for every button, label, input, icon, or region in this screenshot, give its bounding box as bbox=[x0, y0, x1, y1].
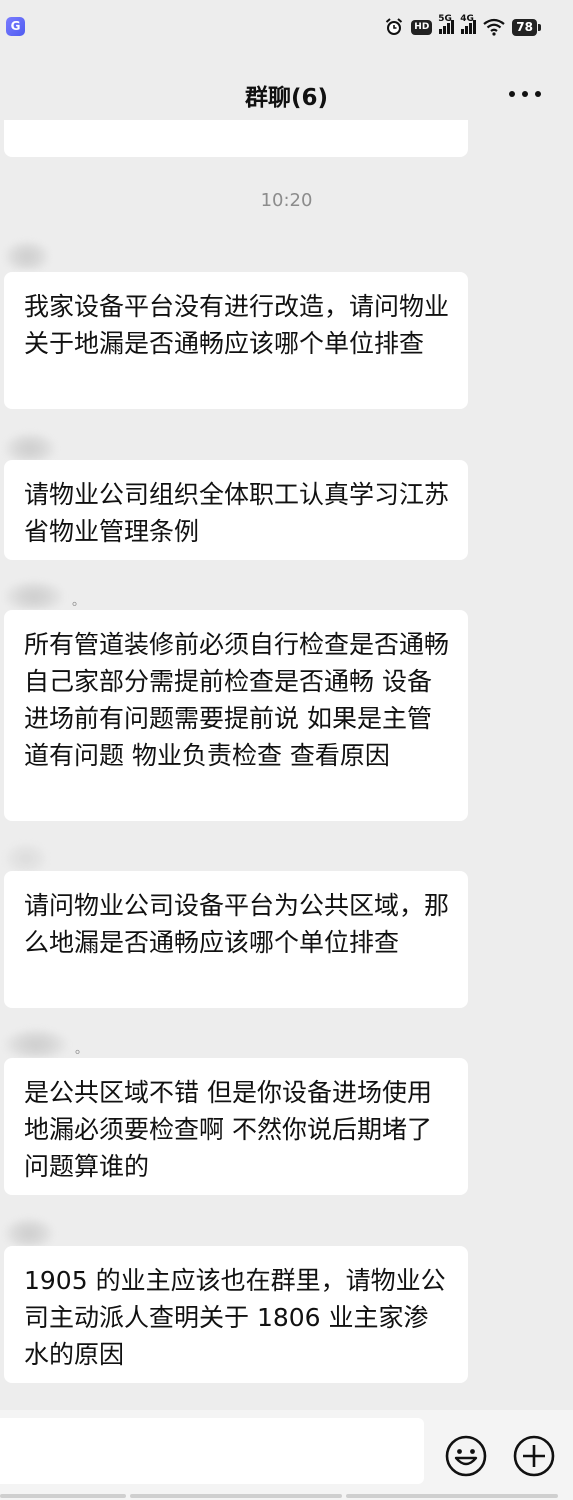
ellipsis-icon bbox=[509, 91, 541, 97]
chat-message-list[interactable]: 10:20 我家设备平台没有进行改造，请问物业关于地漏是否通畅应该哪个单位排查 … bbox=[0, 120, 573, 1410]
sender-name-suffix: 。 bbox=[72, 594, 86, 609]
message-bubble[interactable]: 我家设备平台没有进行改造，请问物业关于地漏是否通畅应该哪个单位排查 bbox=[4, 272, 468, 409]
gesture-bar-segment bbox=[0, 1494, 126, 1498]
more-options-button[interactable] bbox=[505, 80, 545, 108]
sim2-network-label: 4G bbox=[460, 14, 474, 24]
plus-icon[interactable] bbox=[510, 1432, 558, 1480]
message-input[interactable] bbox=[0, 1418, 424, 1484]
gesture-bar-segment bbox=[346, 1494, 558, 1498]
sender-name-suffix: 。 bbox=[75, 1042, 89, 1057]
emoji-icon[interactable] bbox=[442, 1432, 490, 1480]
wifi-icon bbox=[483, 18, 505, 36]
chat-input-bar bbox=[0, 1410, 573, 1500]
sender-name-blurred bbox=[4, 1028, 68, 1058]
chat-screen: G HD 5G 4G 78 群聊(6) 10:20 我家设备平台没有进行改造，请… bbox=[0, 0, 573, 1500]
message-bubble[interactable]: 请物业公司组织全体职工认真学习江苏省物业管理条例 bbox=[4, 460, 468, 560]
sender-name-blurred bbox=[4, 842, 48, 872]
notification-app-icon: G bbox=[6, 17, 25, 36]
sender-name-blurred bbox=[4, 1217, 54, 1247]
page-title: 群聊(6) bbox=[244, 85, 329, 111]
status-icons: HD 5G 4G 78 bbox=[384, 14, 541, 38]
alarm-clock-icon bbox=[386, 18, 403, 35]
gesture-bar-segment bbox=[130, 1494, 342, 1498]
message-timestamp: 10:20 bbox=[260, 190, 313, 211]
sender-name-blurred bbox=[4, 580, 64, 610]
message-bubble[interactable]: 是公共区域不错 但是你设备进场使用地漏必须要检查啊 不然你说后期堵了问题算谁的 bbox=[4, 1058, 468, 1195]
message-bubble[interactable]: 1905 的业主应该也在群里，请物业公司主动派人查明关于 1806 业主家渗水的… bbox=[4, 1246, 468, 1383]
battery-icon: 78 bbox=[512, 18, 541, 36]
message-bubble-partial[interactable] bbox=[4, 120, 468, 157]
message-bubble[interactable]: 所有管道装修前必须自行检查是否通畅 自己家部分需提前检查是否通畅 设备进场前有问… bbox=[4, 610, 468, 821]
signal-sim1-icon: 5G bbox=[438, 14, 455, 34]
status-bar: G HD 5G 4G 78 bbox=[0, 0, 573, 56]
sender-name-blurred bbox=[4, 240, 50, 270]
message-bubble[interactable]: 请问物业公司设备平台为公共区域，那么地漏是否通畅应该哪个单位排查 bbox=[4, 871, 468, 1008]
hd-voice-icon: HD bbox=[411, 19, 433, 35]
sim1-network-label: 5G bbox=[438, 14, 452, 24]
signal-sim2-icon: 4G bbox=[460, 14, 477, 34]
sender-name-blurred bbox=[4, 432, 56, 462]
